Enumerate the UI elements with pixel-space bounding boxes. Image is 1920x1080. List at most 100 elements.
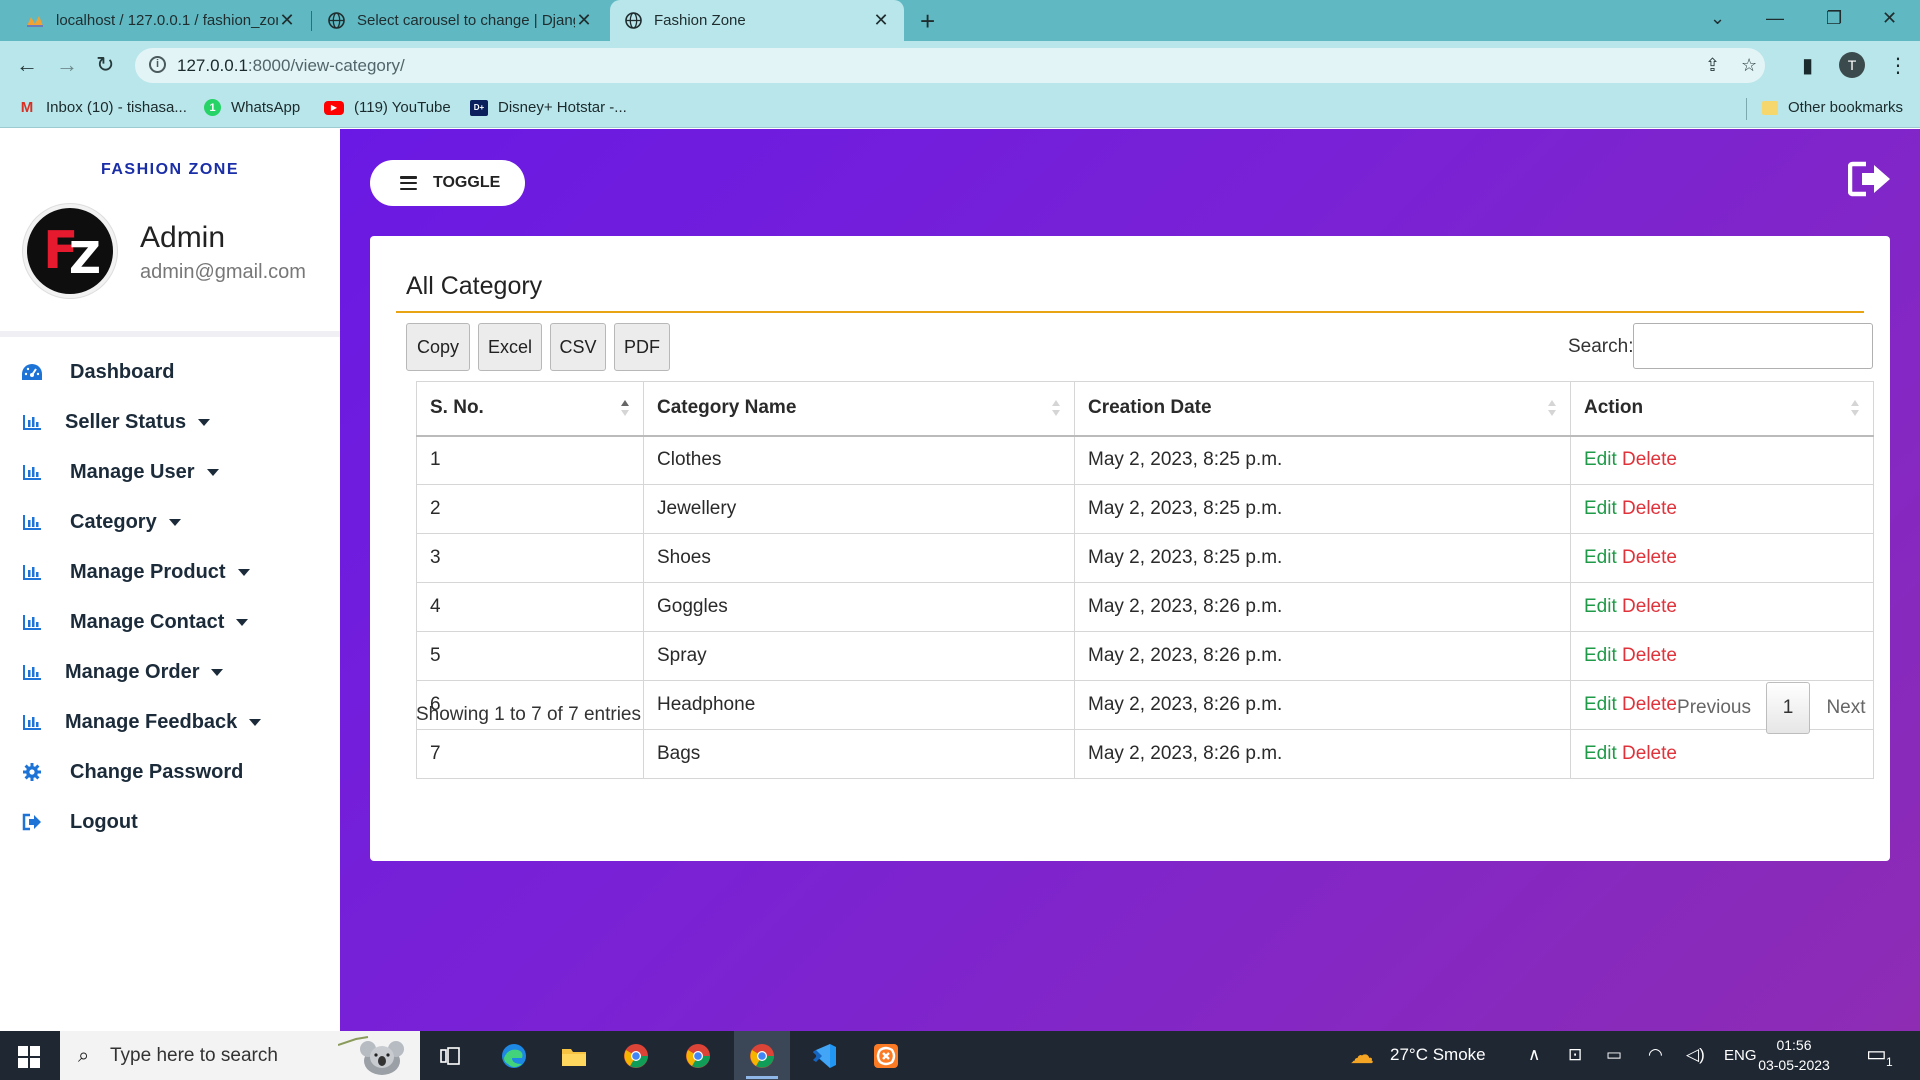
delete-link[interactable]: Delete (1622, 498, 1677, 519)
notification-icon[interactable]: ▭ (1866, 1041, 1887, 1067)
sidebar-item-seller-status[interactable]: Seller Status (0, 402, 340, 442)
xampp-icon[interactable] (858, 1031, 914, 1080)
share-icon[interactable]: ⇪ (1705, 55, 1720, 76)
sidebar-item-change-password[interactable]: Change Password (0, 752, 340, 792)
column-header-sno[interactable]: S. No. (416, 381, 644, 437)
site-info-icon[interactable]: i (149, 56, 166, 73)
edit-link[interactable]: Edit (1584, 449, 1617, 470)
minimize-icon[interactable]: — (1766, 8, 1784, 29)
bar-chart-icon (20, 611, 44, 633)
search-input[interactable] (1633, 323, 1873, 369)
pagination-previous[interactable]: Previous (1670, 682, 1758, 734)
edit-link[interactable]: Edit (1584, 596, 1617, 617)
edit-link[interactable]: Edit (1584, 743, 1617, 764)
close-window-icon[interactable]: ✕ (1882, 8, 1897, 29)
system-clock[interactable]: 01:56 03-05-2023 (1758, 1035, 1830, 1075)
delete-link[interactable]: Delete (1622, 645, 1677, 666)
column-header-action[interactable]: Action (1570, 381, 1874, 437)
file-explorer-icon[interactable] (546, 1031, 602, 1080)
tab-title: localhost / 127.0.0.1 / fashion_zone (56, 12, 278, 29)
sidebar-item-label: Logout (70, 810, 138, 833)
close-tab-icon[interactable]: ✕ (872, 10, 890, 31)
close-tab-icon[interactable]: ✕ (575, 10, 593, 31)
sidebar-brand[interactable]: FASHION ZONE (0, 161, 340, 179)
excel-button[interactable]: Excel (478, 323, 542, 371)
edit-link[interactable]: Edit (1584, 498, 1617, 519)
cell-sno: 5 (416, 631, 644, 681)
caret-down-icon (211, 668, 224, 676)
toggle-sidebar-button[interactable]: TOGGLE (370, 160, 525, 206)
delete-link[interactable]: Delete (1622, 547, 1677, 568)
sort-icon (1851, 400, 1859, 418)
bookmark-hotstar[interactable]: D+ Disney+ Hotstar -... (470, 99, 627, 116)
edit-link[interactable]: Edit (1584, 694, 1617, 715)
pagination-next[interactable]: Next (1818, 682, 1874, 734)
bookmark-youtube[interactable]: ▶ (119) YouTube (324, 99, 451, 116)
csv-button[interactable]: CSV (550, 323, 606, 371)
cell-sno: 7 (416, 729, 644, 779)
chrome-icon[interactable] (670, 1031, 726, 1080)
vscode-icon[interactable] (796, 1031, 852, 1080)
column-header-creation-date[interactable]: Creation Date (1074, 381, 1571, 437)
sidebar-menu: Dashboard Seller Status Manage User Cate… (0, 337, 340, 839)
pdf-button[interactable]: PDF (614, 323, 670, 371)
bar-chart-icon (20, 711, 44, 733)
browser-tab-phpmyadmin[interactable]: localhost / 127.0.0.1 / fashion_zone ✕ (12, 0, 310, 41)
sidebar-item-manage-contact[interactable]: Manage Contact (0, 602, 340, 642)
edge-browser-icon[interactable] (486, 1031, 542, 1080)
sidebar-item-manage-order[interactable]: Manage Order (0, 652, 340, 692)
edit-link[interactable]: Edit (1584, 645, 1617, 666)
sidebar-item-manage-feedback[interactable]: Manage Feedback (0, 702, 340, 742)
bookmark-star-icon[interactable]: ☆ (1741, 55, 1757, 76)
sidebar-item-label: Manage Contact (70, 611, 249, 634)
browser-tab-django[interactable]: Select carousel to change | Django ✕ (313, 0, 607, 41)
language-indicator[interactable]: ENG (1724, 1047, 1757, 1064)
windows-start-icon[interactable] (18, 1046, 40, 1068)
address-bar[interactable]: i 127.0.0.1:8000/view-category/ ⇪ ☆ (135, 48, 1765, 83)
chevron-up-icon[interactable]: ∧ (1528, 1045, 1540, 1065)
back-arrow-icon[interactable]: ← (16, 52, 38, 78)
edit-link[interactable]: Edit (1584, 547, 1617, 568)
chrome-profile-icon[interactable] (734, 1031, 790, 1080)
bookmark-whatsapp[interactable]: 1 WhatsApp (204, 99, 300, 116)
taskbar-search-box[interactable]: ⌕ Type here to search (60, 1031, 420, 1080)
reload-icon[interactable]: ↻ (96, 52, 114, 78)
bar-chart-icon (20, 661, 44, 683)
weather-icon[interactable]: ☁ (1350, 1041, 1374, 1070)
browser-tab-fashion-zone[interactable]: Fashion Zone ✕ (610, 0, 904, 41)
delete-link[interactable]: Delete (1622, 694, 1677, 715)
sidebar-item-logout[interactable]: Logout (0, 802, 340, 842)
side-panel-icon[interactable]: ▮ (1802, 53, 1813, 78)
tab-title: Select carousel to change | Django (357, 12, 575, 29)
forward-arrow-icon[interactable]: → (56, 52, 78, 78)
bookmark-gmail[interactable]: M Inbox (10) - tishasa... (18, 99, 187, 116)
task-view-icon[interactable] (422, 1031, 478, 1080)
new-tab-icon[interactable]: + (920, 6, 935, 37)
delete-link[interactable]: Delete (1622, 449, 1677, 470)
maximize-icon[interactable]: ❐ (1826, 8, 1842, 29)
weather-text[interactable]: 27°C Smoke (1390, 1045, 1486, 1065)
url-text[interactable]: 127.0.0.1:8000/view-category/ (177, 56, 405, 76)
delete-link[interactable]: Delete (1622, 743, 1677, 764)
battery-icon[interactable]: ▭ (1606, 1045, 1622, 1065)
volume-icon[interactable]: ◁) (1686, 1045, 1705, 1065)
browser-menu-icon[interactable]: ⋮ (1888, 53, 1908, 78)
column-header-category-name[interactable]: Category Name (643, 381, 1075, 437)
pagination-page-1[interactable]: 1 (1766, 682, 1810, 734)
delete-link[interactable]: Delete (1622, 596, 1677, 617)
tab-search-chevron-icon[interactable]: ⌄ (1710, 8, 1725, 29)
other-bookmarks[interactable]: Other bookmarks (1762, 99, 1903, 116)
wifi-icon[interactable]: ◠ (1648, 1045, 1663, 1065)
notification-count: 1 (1886, 1055, 1893, 1069)
meet-now-icon[interactable]: ⊡ (1568, 1045, 1582, 1065)
close-tab-icon[interactable]: ✕ (278, 10, 296, 31)
sidebar-item-manage-product[interactable]: Manage Product (0, 552, 340, 592)
cell-category-name: Goggles (643, 582, 1075, 632)
sidebar-item-manage-user[interactable]: Manage User (0, 452, 340, 492)
profile-avatar[interactable]: T (1839, 52, 1865, 78)
sidebar-item-dashboard[interactable]: Dashboard (0, 352, 340, 392)
copy-button[interactable]: Copy (406, 323, 470, 371)
chrome-icon[interactable] (608, 1031, 664, 1080)
sign-out-icon[interactable] (1848, 161, 1892, 197)
sidebar-item-category[interactable]: Category (0, 502, 340, 542)
